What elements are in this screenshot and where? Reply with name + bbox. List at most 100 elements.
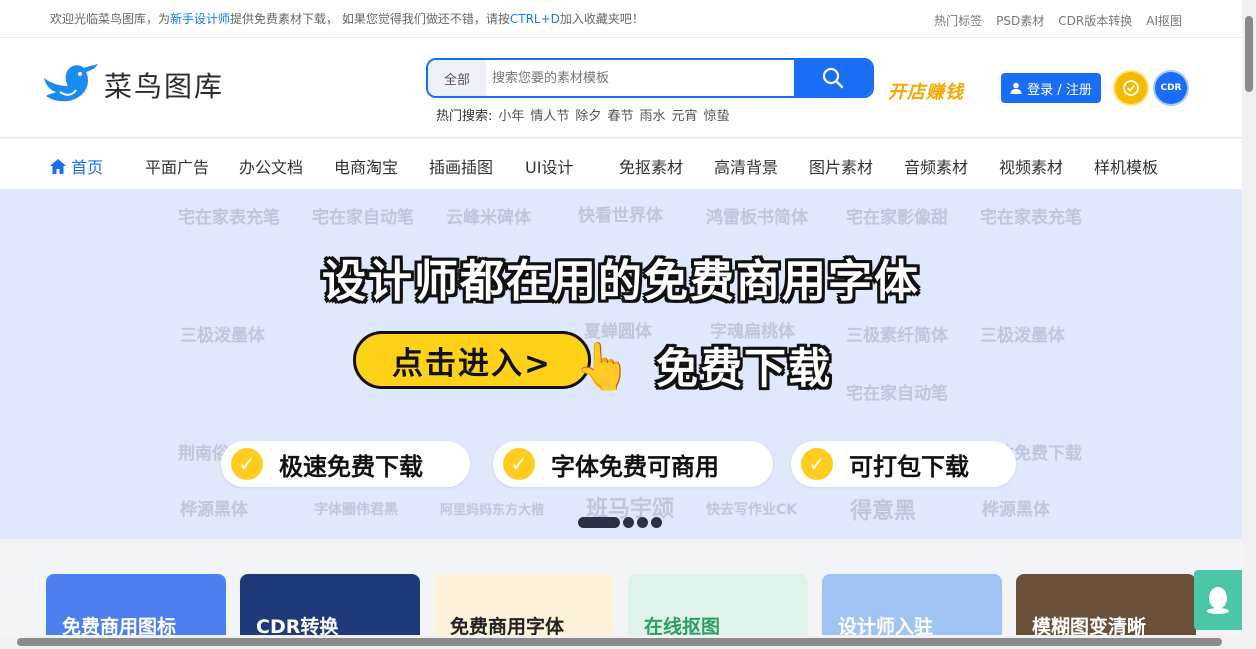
nav-item-backgrounds[interactable]: 高清背景 <box>714 154 778 178</box>
carousel-dots <box>578 517 662 528</box>
nav-item-home[interactable]: 首页 <box>50 154 103 178</box>
login-register-label: 登录 / 注册 <box>1027 82 1092 98</box>
nav-item-illustration[interactable]: 插画插图 <box>429 154 493 178</box>
nav-item-office-docs[interactable]: 办公文档 <box>239 154 303 178</box>
home-icon <box>50 159 66 174</box>
card-online-cutout[interactable]: 在线抠图 <box>628 574 808 644</box>
free-download-text: 免费下载 <box>656 344 833 393</box>
bird-logo-icon <box>44 64 98 102</box>
bg-font-sample: 桦源黑体 <box>180 500 248 520</box>
main-nav: 首页 平面广告 办公文档 电商淘宝 插画插图 UI设计 免抠素材 高清背景 图片… <box>0 139 1242 189</box>
hot-term[interactable]: 情人节 <box>530 105 569 124</box>
vertical-scrollbar[interactable] <box>1242 0 1256 649</box>
bg-font-sample: 三极素纤简体 <box>846 326 948 346</box>
hot-term[interactable]: 惊蛰 <box>703 105 729 124</box>
feature-label: 极速免费下载 <box>279 452 423 481</box>
login-register-button[interactable]: 登录 / 注册 <box>1001 73 1101 103</box>
bg-font-sample: 云峰米碑体 <box>446 208 531 228</box>
feature-label: 可打包下载 <box>849 452 969 481</box>
feature-label: 字体免费可商用 <box>551 452 719 481</box>
feature-pill: ✓ 极速免费下载 <box>221 441 470 487</box>
hot-term[interactable]: 除夕 <box>575 105 601 124</box>
notice-highlight-shortcut: CTRL+D <box>509 12 560 26</box>
card-designer-join[interactable]: 设计师入驻 <box>822 574 1002 644</box>
feature-cards: 免费商用图标 CDR转换 免费商用字体 在线抠图 设计师入驻 模糊图变清晰 <box>0 539 1242 644</box>
hot-search-label: 热门搜索: <box>436 109 493 124</box>
checkin-button[interactable] <box>1115 72 1147 104</box>
nav-item-cutout[interactable]: 免抠素材 <box>619 154 683 178</box>
banner-title: 设计师都在用的免费商用字体 <box>322 256 920 307</box>
horizontal-scrollbar[interactable] <box>0 635 1242 649</box>
nav-item-mockups[interactable]: 样机模板 <box>1094 154 1158 178</box>
top-notice-bar: 欢迎光临菜鸟图库，为新手设计师提供免费素材下载， 如果您觉得我们做还不错，请按C… <box>0 0 1242 38</box>
scrollbar-thumb[interactable] <box>1245 16 1253 92</box>
top-link-hot-tags[interactable]: 热门标签 <box>934 12 982 29</box>
bg-font-sample: 桦源黑体 <box>982 500 1050 520</box>
hot-term[interactable]: 雨水 <box>639 105 665 124</box>
top-link-ai-cutout[interactable]: AI抠图 <box>1146 12 1182 29</box>
top-link-cdr-convert[interactable]: CDR版本转换 <box>1058 12 1132 29</box>
scrollbar-thumb[interactable] <box>17 638 1222 646</box>
bg-font-sample: 宅在家自动笔 <box>312 208 414 228</box>
bg-font-sample: 宅在家自动笔 <box>846 384 948 404</box>
bg-font-sample: 阿里妈妈东方大楷 <box>440 503 545 518</box>
logo-text: 菜鸟图库 <box>104 70 225 103</box>
card-free-fonts[interactable]: 免费商用字体 <box>434 574 614 644</box>
carousel-dot[interactable] <box>578 517 620 528</box>
bg-font-sample: 得意黑 <box>850 499 917 524</box>
feature-pill: ✓ 可打包下载 <box>791 441 1016 487</box>
nav-item-ecommerce[interactable]: 电商淘宝 <box>334 154 398 178</box>
enter-button[interactable]: 点击进入> <box>353 331 591 389</box>
qq-service-button[interactable] <box>1194 570 1242 630</box>
nav-item-video[interactable]: 视频素材 <box>999 154 1063 178</box>
cdr-icon: CDR <box>1160 83 1182 93</box>
hot-term[interactable]: 元宵 <box>671 105 697 124</box>
checkin-icon <box>1123 80 1139 96</box>
hot-search: 热门搜索: 小年 情人节 除夕 春节 雨水 元宵 惊蛰 <box>436 105 730 124</box>
top-links: 热门标签 PSD素材 CDR版本转换 AI抠图 <box>934 12 1182 29</box>
page: 欢迎光临菜鸟图库，为新手设计师提供免费素材下载， 如果您觉得我们做还不错，请按C… <box>0 0 1256 649</box>
search-bar: 全部 <box>426 58 874 98</box>
site-logo[interactable]: 菜鸟图库 <box>40 62 224 108</box>
check-icon: ✓ <box>503 448 535 480</box>
feature-pill: ✓ 字体免费可商用 <box>493 441 773 487</box>
check-icon: ✓ <box>801 448 833 480</box>
bg-font-sample: 宅在家影像甜 <box>846 208 948 228</box>
welcome-notice: 欢迎光临菜鸟图库，为新手设计师提供免费素材下载， 如果您觉得我们做还不错，请按C… <box>50 12 644 26</box>
search-input[interactable] <box>486 60 794 96</box>
notice-highlight-designer[interactable]: 新手设计师 <box>170 12 230 26</box>
search-button[interactable] <box>794 60 872 96</box>
carousel-dot[interactable] <box>651 517 662 528</box>
nav-item-print-ads[interactable]: 平面广告 <box>145 154 209 178</box>
bg-font-sample: 宅在家表充笔 <box>980 208 1082 228</box>
carousel-dot[interactable] <box>637 517 648 528</box>
user-icon <box>1010 82 1022 94</box>
top-link-psd[interactable]: PSD素材 <box>996 12 1044 29</box>
bg-font-sample: 字体圈伟君黑 <box>314 502 398 518</box>
card-free-icons[interactable]: 免费商用图标 <box>46 574 226 644</box>
pointing-hand-icon: 👆 <box>574 339 632 393</box>
hot-term[interactable]: 春节 <box>607 105 633 124</box>
nav-item-images[interactable]: 图片素材 <box>809 154 873 178</box>
bg-font-sample: 鸿雷板书简体 <box>706 208 808 228</box>
bg-font-sample: 三极泼墨体 <box>980 326 1065 346</box>
cdr-button[interactable]: CDR <box>1155 72 1187 104</box>
check-icon: ✓ <box>231 448 263 480</box>
nav-label: 首页 <box>71 158 104 177</box>
hero-banner[interactable]: 宅在家表充笔 宅在家自动笔 云峰米碑体 快看世界体 鸿雷板书简体 宅在家影像甜 … <box>0 189 1242 539</box>
bg-font-sample: 快去写作业CK <box>706 502 798 518</box>
bg-font-sample: 三极泼墨体 <box>180 326 265 346</box>
nav-item-audio[interactable]: 音频素材 <box>904 154 968 178</box>
card-cdr-convert[interactable]: CDR转换 <box>240 574 420 644</box>
qq-icon <box>1207 587 1229 614</box>
card-blur-to-clear[interactable]: 模糊图变清晰 <box>1016 574 1196 644</box>
nav-item-ui-design[interactable]: UI设计 <box>525 154 573 178</box>
bg-font-sample: 宅在家表充笔 <box>178 208 280 228</box>
search-category-select[interactable]: 全部 <box>428 60 486 96</box>
bg-font-sample: 快看世界体 <box>578 206 663 226</box>
carousel-dot[interactable] <box>623 517 634 528</box>
search-icon <box>822 67 844 89</box>
open-shop-link[interactable]: 开店赚钱 <box>888 78 964 104</box>
hot-term[interactable]: 小年 <box>498 105 524 124</box>
site-header: 菜鸟图库 全部 热门搜索: 小年 情人节 除夕 春节 雨水 元宵 惊蛰 开店赚钱… <box>0 38 1242 138</box>
